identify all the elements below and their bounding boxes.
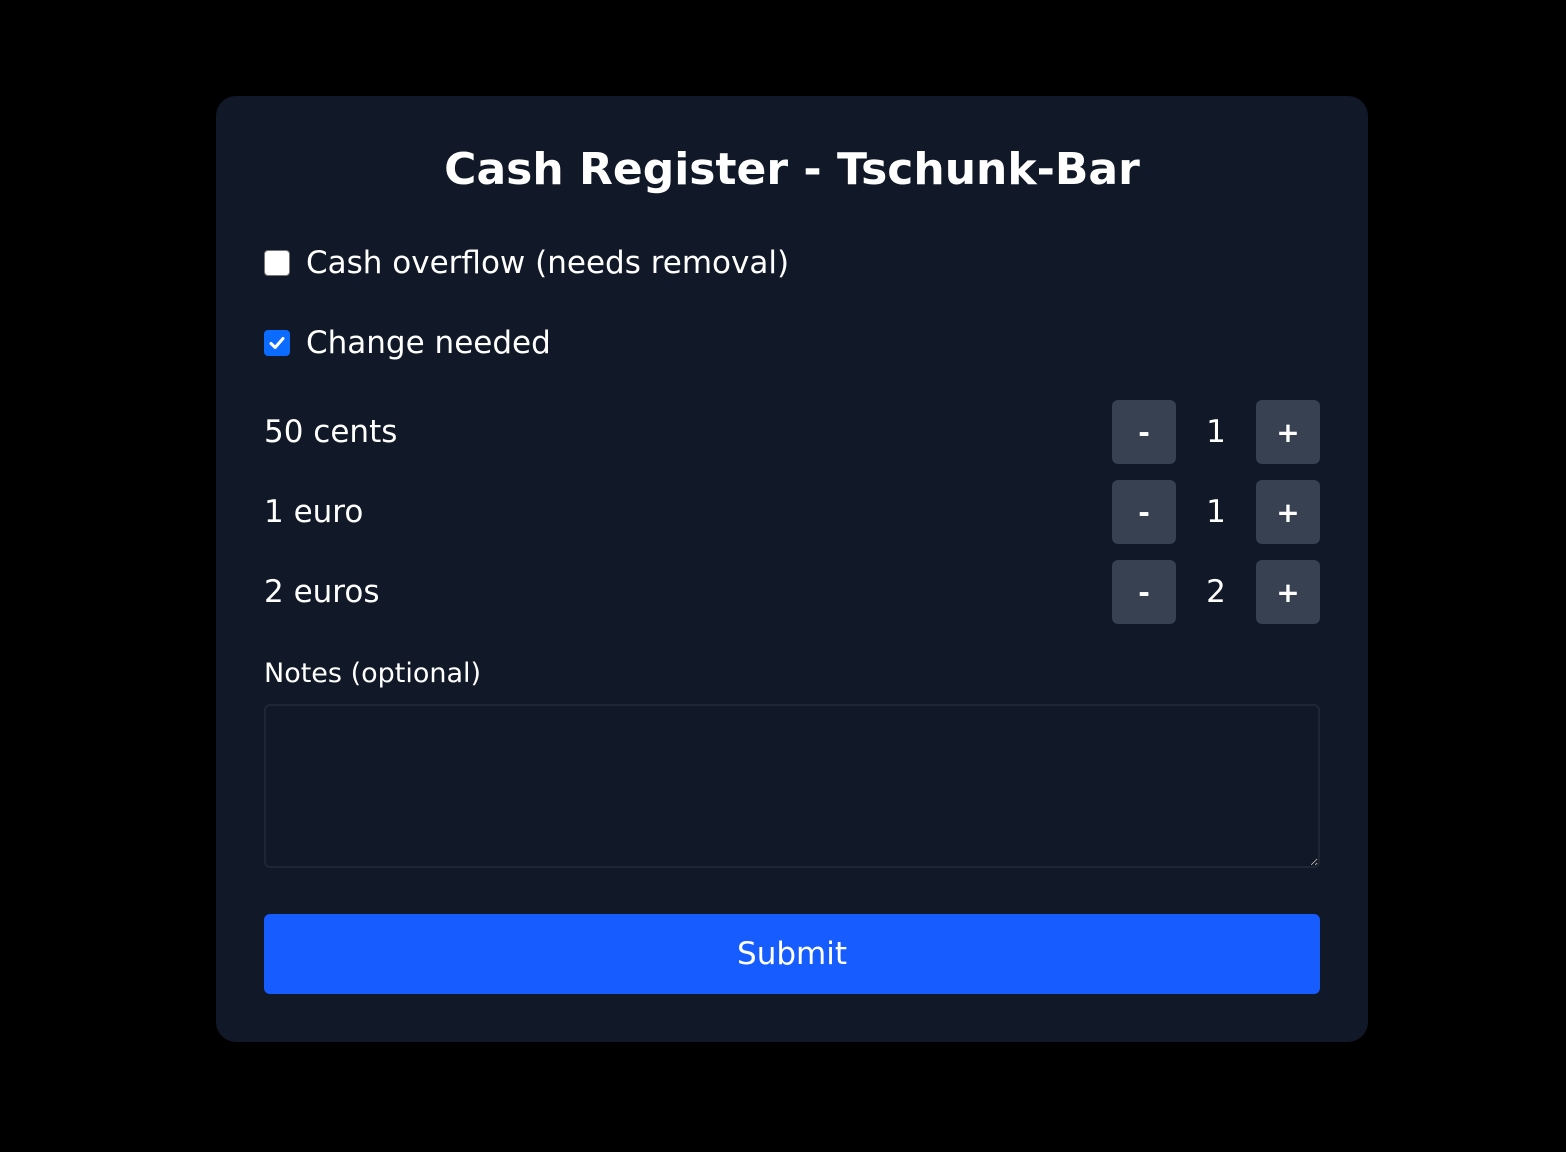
quantity-stepper: - 1 + (1112, 480, 1320, 544)
cash-overflow-option[interactable]: Cash overflow (needs removal) (264, 243, 789, 283)
submit-button[interactable]: Submit (264, 914, 1320, 994)
coin-label: 2 euros (264, 574, 380, 610)
quantity-stepper: - 2 + (1112, 560, 1320, 624)
cash-overflow-label[interactable]: Cash overflow (needs removal) (306, 243, 789, 283)
coin-row-1-euro: 1 euro - 1 + (264, 480, 1320, 544)
decrement-button[interactable]: - (1112, 400, 1176, 464)
checkmark-icon (269, 337, 285, 349)
coin-row-2-euros: 2 euros - 2 + (264, 560, 1320, 624)
cash-register-card: Cash Register - Tschunk-Bar Cash overflo… (216, 96, 1368, 1042)
notes-textarea[interactable] (264, 704, 1320, 868)
quantity-value: 1 (1206, 494, 1226, 530)
change-needed-label[interactable]: Change needed (306, 323, 551, 363)
increment-button[interactable]: + (1256, 400, 1320, 464)
increment-button[interactable]: + (1256, 560, 1320, 624)
quantity-stepper: - 1 + (1112, 400, 1320, 464)
coin-label: 1 euro (264, 494, 364, 530)
decrement-button[interactable]: - (1112, 560, 1176, 624)
notes-label: Notes (optional) (264, 658, 482, 689)
change-needed-option[interactable]: Change needed (264, 323, 551, 363)
increment-button[interactable]: + (1256, 480, 1320, 544)
quantity-value: 1 (1206, 414, 1226, 450)
page-title: Cash Register - Tschunk-Bar (444, 144, 1140, 195)
coin-row-50-cents: 50 cents - 1 + (264, 400, 1320, 464)
decrement-button[interactable]: - (1112, 480, 1176, 544)
cash-overflow-checkbox[interactable] (264, 250, 290, 276)
change-needed-checkbox[interactable] (264, 330, 290, 356)
coin-label: 50 cents (264, 414, 398, 450)
quantity-value: 2 (1206, 574, 1226, 610)
